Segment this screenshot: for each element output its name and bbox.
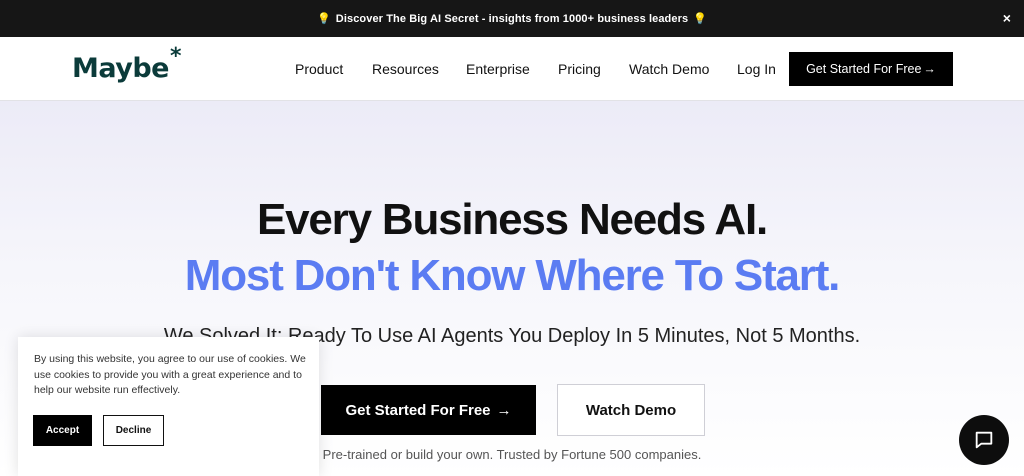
- cookie-decline-button[interactable]: Decline: [103, 415, 164, 446]
- get-started-nav-label: Get Started For Free: [806, 62, 922, 76]
- nav-item-enterprise[interactable]: Enterprise: [466, 60, 530, 78]
- get-started-nav-button[interactable]: Get Started For Free →: [789, 52, 953, 86]
- announcement-bar: 💡 Discover The Big AI Secret - insights …: [0, 0, 1024, 37]
- chat-widget-button[interactable]: [959, 415, 1009, 465]
- get-started-button[interactable]: Get Started For Free →: [321, 385, 536, 435]
- nav-item-watch-demo[interactable]: Watch Demo: [629, 60, 709, 78]
- hero-headline-line2: Most Don't Know Where To Start.: [184, 251, 841, 300]
- get-started-label: Get Started For Free: [345, 401, 491, 419]
- main-navigation: Maybe * Product Resources Enterprise Pri…: [0, 37, 1024, 101]
- cookie-text: By using this website, you agree to our …: [34, 353, 306, 396]
- nav-item-product[interactable]: Product: [295, 60, 343, 78]
- logo[interactable]: Maybe *: [72, 45, 182, 87]
- arrow-right-icon: →: [496, 401, 512, 419]
- watch-demo-button[interactable]: Watch Demo: [557, 384, 705, 436]
- lightbulb-icon: 💡: [316, 13, 331, 25]
- cookie-banner: By using this website, you agree to our …: [18, 337, 319, 476]
- chat-bubble-icon: [973, 429, 995, 451]
- hero-headline-line1: Every Business Needs AI.: [256, 195, 768, 244]
- nav-item-resources[interactable]: Resources: [372, 60, 439, 78]
- arrow-right-icon: →: [923, 62, 936, 76]
- close-icon[interactable]: ×: [1003, 10, 1011, 26]
- lightbulb-icon: 💡: [693, 13, 707, 25]
- logo-asterisk-icon: *: [170, 44, 182, 69]
- cookie-accept-button[interactable]: Accept: [33, 415, 92, 446]
- logo-text: Maybe: [72, 53, 170, 84]
- nav-item-log-in[interactable]: Log In: [737, 60, 776, 78]
- announcement-text[interactable]: Discover The Big AI Secret - insights fr…: [336, 13, 688, 25]
- nav-item-pricing[interactable]: Pricing: [558, 60, 601, 78]
